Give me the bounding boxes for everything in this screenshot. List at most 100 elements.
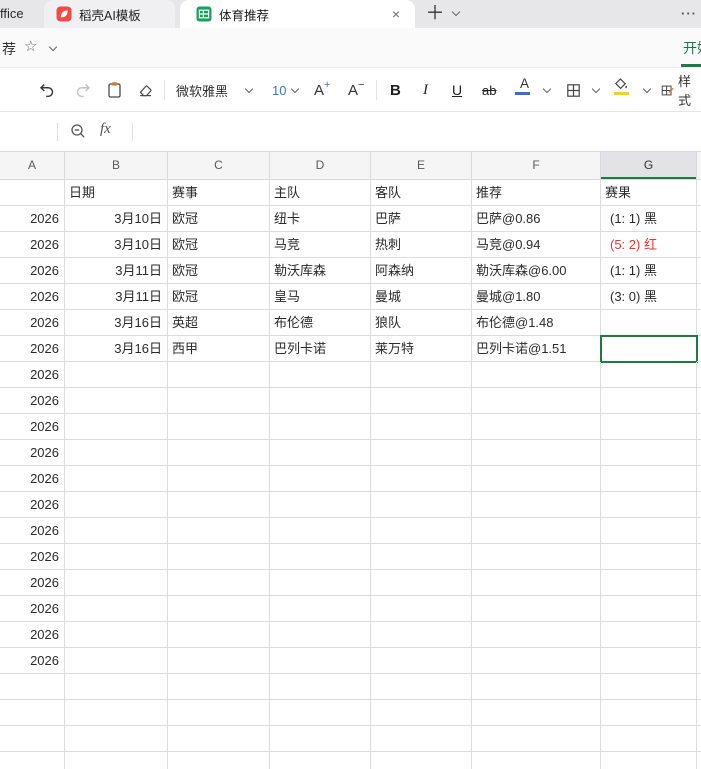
cell-C9[interactable] — [168, 388, 270, 414]
cell-G12[interactable] — [601, 466, 697, 492]
cell-D23[interactable] — [270, 752, 371, 769]
cell-F14[interactable] — [472, 518, 601, 544]
cell-G23[interactable] — [601, 752, 697, 769]
bold-button[interactable]: B — [390, 80, 401, 100]
cell-C10[interactable] — [168, 414, 270, 440]
cell-G1[interactable]: 赛果 — [601, 180, 697, 206]
cell-C3[interactable]: 欧冠 — [168, 232, 270, 258]
cell-A16[interactable]: 2026 — [0, 570, 65, 596]
cell-C13[interactable] — [168, 492, 270, 518]
cell-D10[interactable] — [270, 414, 371, 440]
cell-D5[interactable]: 皇马 — [270, 284, 371, 310]
cell-C22[interactable] — [168, 726, 270, 752]
formula-bar[interactable]: fx — [0, 112, 701, 152]
cell-A10[interactable]: 2026 — [0, 414, 65, 440]
cell-A21[interactable] — [0, 700, 65, 726]
cell-E10[interactable] — [371, 414, 472, 440]
cell-F11[interactable] — [472, 440, 601, 466]
cell-B21[interactable] — [65, 700, 168, 726]
cell-D13[interactable] — [270, 492, 371, 518]
cell-D1[interactable]: 主队 — [270, 180, 371, 206]
cell-D21[interactable] — [270, 700, 371, 726]
cell-C1[interactable]: 赛事 — [168, 180, 270, 206]
increase-font-button[interactable]: A + — [314, 79, 330, 100]
cell-E15[interactable] — [371, 544, 472, 570]
italic-button[interactable]: I — [423, 80, 428, 100]
cell-D16[interactable] — [270, 570, 371, 596]
cell-D12[interactable] — [270, 466, 371, 492]
cell-B4[interactable]: 3月11日 — [65, 258, 168, 284]
menu-tab-home[interactable]: 开始 — [683, 38, 701, 58]
more-columns-indicator[interactable]: ··· — [681, 0, 697, 27]
title-chevron-icon[interactable] — [48, 42, 58, 52]
cell-D7[interactable]: 巴列卡诺 — [270, 336, 371, 362]
close-tab-icon[interactable]: × — [387, 5, 405, 23]
cell-A9[interactable]: 2026 — [0, 388, 65, 414]
cell-B20[interactable] — [65, 674, 168, 700]
cell-F17[interactable] — [472, 596, 601, 622]
cell-B3[interactable]: 3月10日 — [65, 232, 168, 258]
cell-B22[interactable] — [65, 726, 168, 752]
cell-A19[interactable]: 2026 — [0, 648, 65, 674]
cell-C20[interactable] — [168, 674, 270, 700]
column-header-D[interactable]: D — [270, 152, 371, 179]
cell-F23[interactable] — [472, 752, 601, 769]
cell-E21[interactable] — [371, 700, 472, 726]
column-header-A[interactable]: A — [0, 152, 65, 179]
insert-function-button[interactable]: fx — [100, 121, 111, 138]
cell-G3[interactable]: (5: 2) 红 — [601, 232, 697, 258]
cell-G2[interactable]: (1: 1) 黑 — [601, 206, 697, 232]
cell-F13[interactable] — [472, 492, 601, 518]
cell-F4[interactable]: 勒沃库森@6.00 — [472, 258, 601, 284]
cell-G6[interactable] — [601, 310, 697, 336]
cell-B18[interactable] — [65, 622, 168, 648]
redo-button[interactable] — [74, 80, 92, 100]
cell-B13[interactable] — [65, 492, 168, 518]
cell-A20[interactable] — [0, 674, 65, 700]
cell-D17[interactable] — [270, 596, 371, 622]
cell-B15[interactable] — [65, 544, 168, 570]
new-tab-button[interactable]: ＋ — [424, 3, 446, 25]
cell-E3[interactable]: 热刺 — [371, 232, 472, 258]
cell-F3[interactable]: 马竞@0.94 — [472, 232, 601, 258]
cell-G13[interactable] — [601, 492, 697, 518]
cell-F1[interactable]: 推荐 — [472, 180, 601, 206]
cell-C23[interactable] — [168, 752, 270, 769]
cell-G19[interactable] — [601, 648, 697, 674]
cell-F12[interactable] — [472, 466, 601, 492]
cell-C12[interactable] — [168, 466, 270, 492]
cell-G8[interactable] — [601, 362, 697, 388]
font-color-button[interactable]: A — [515, 77, 530, 98]
cell-B8[interactable] — [65, 362, 168, 388]
cell-G10[interactable] — [601, 414, 697, 440]
cell-E23[interactable] — [371, 752, 472, 769]
cell-A5[interactable]: 2026 — [0, 284, 65, 310]
cell-A13[interactable]: 2026 — [0, 492, 65, 518]
cell-B2[interactable]: 3月10日 — [65, 206, 168, 232]
cell-C21[interactable] — [168, 700, 270, 726]
cell-B6[interactable]: 3月16日 — [65, 310, 168, 336]
cell-B7[interactable]: 3月16日 — [65, 336, 168, 362]
cell-D9[interactable] — [270, 388, 371, 414]
strikethrough-button[interactable]: ab — [482, 80, 496, 100]
cell-F22[interactable] — [472, 726, 601, 752]
cell-B11[interactable] — [65, 440, 168, 466]
cell-D8[interactable] — [270, 362, 371, 388]
cell-C18[interactable] — [168, 622, 270, 648]
cell-A22[interactable] — [0, 726, 65, 752]
column-header-E[interactable]: E — [371, 152, 472, 179]
cell-A2[interactable]: 2026 — [0, 206, 65, 232]
font-name-select[interactable]: 微软雅黑 — [176, 80, 228, 100]
undo-button[interactable] — [38, 80, 56, 100]
cell-F10[interactable] — [472, 414, 601, 440]
cell-A14[interactable]: 2026 — [0, 518, 65, 544]
cell-E1[interactable]: 客队 — [371, 180, 472, 206]
cell-E2[interactable]: 巴萨 — [371, 206, 472, 232]
borders-chevron-icon[interactable] — [591, 84, 601, 94]
cell-D18[interactable] — [270, 622, 371, 648]
cell-D3[interactable]: 马竞 — [270, 232, 371, 258]
fill-color-button[interactable] — [613, 78, 629, 98]
cell-D20[interactable] — [270, 674, 371, 700]
cell-G14[interactable] — [601, 518, 697, 544]
cell-C5[interactable]: 欧冠 — [168, 284, 270, 310]
